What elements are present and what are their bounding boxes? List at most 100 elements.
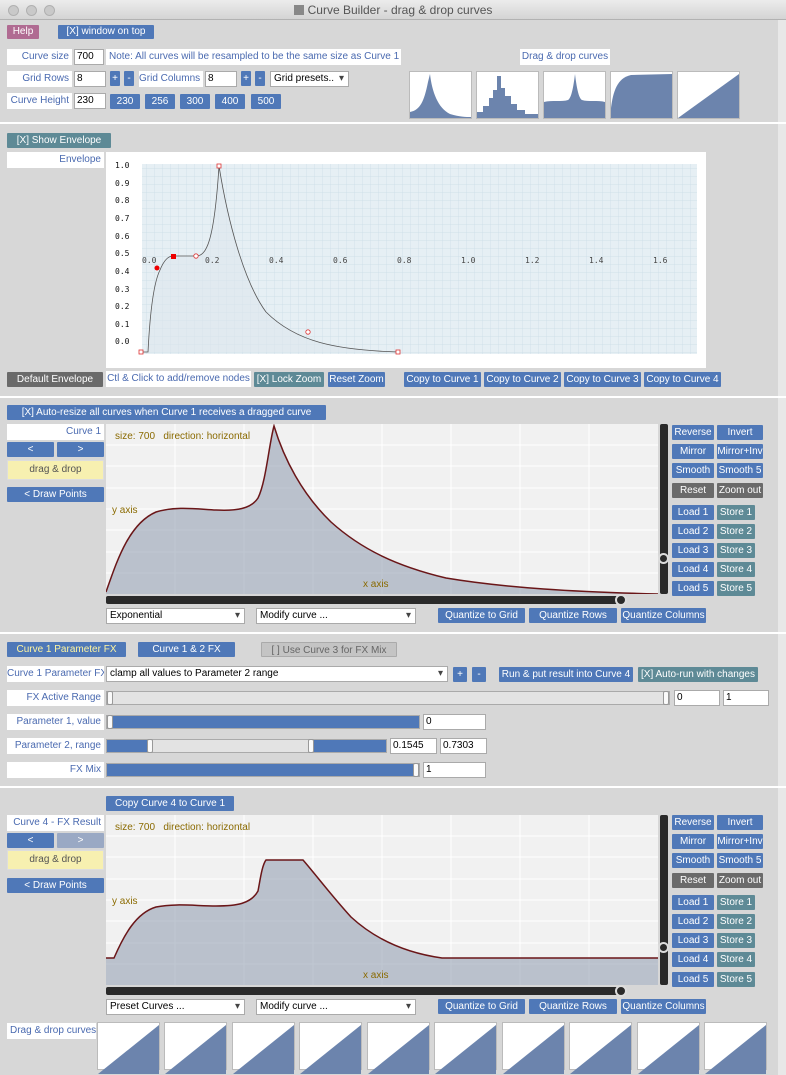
run-fx-button[interactable]: Run & put result into Curve 4 — [499, 667, 633, 682]
curve-1-load-4[interactable]: Load 4 — [672, 562, 714, 577]
curve-1-smooth-5-button[interactable]: Smooth 5 — [717, 463, 763, 478]
parameter-2-high-handle[interactable] — [307, 739, 314, 753]
curve-4-quantize-columns[interactable]: Quantize Columns — [621, 999, 706, 1014]
curve-1-store-5[interactable]: Store 5 — [717, 581, 755, 596]
parameter-1-handle[interactable] — [107, 715, 113, 729]
help-button[interactable]: Help — [7, 25, 39, 39]
height-preset-256[interactable]: 256 — [145, 94, 175, 109]
drag-drop-thumb-1[interactable] — [409, 71, 472, 119]
curve-4-reset-button[interactable]: Reset — [672, 873, 714, 888]
curve-4-store-4[interactable]: Store 4 — [717, 952, 755, 967]
height-preset-300[interactable]: 300 — [180, 94, 210, 109]
bottom-drag-drop-thumb[interactable] — [704, 1022, 767, 1074]
height-preset-500[interactable]: 500 — [251, 94, 281, 109]
drag-drop-thumb-2[interactable] — [476, 71, 539, 119]
curve-1-load-1[interactable]: Load 1 — [672, 505, 714, 520]
envelope-editor[interactable]: 1.0 0.9 0.8 0.7 0.6 0.5 0.4 0.3 0.2 0.1 … — [106, 152, 706, 368]
curve-4-modify-select[interactable]: Modify curve ... — [256, 999, 416, 1015]
curve-4-store-3[interactable]: Store 3 — [717, 933, 755, 948]
drag-drop-thumb-5[interactable] — [677, 71, 740, 119]
curve-4-load-4[interactable]: Load 4 — [672, 952, 714, 967]
curve-1-preset-select[interactable]: Exponential — [106, 608, 245, 624]
parameter-2-high-value[interactable]: 0.7303 — [440, 738, 487, 754]
curve-4-store-5[interactable]: Store 5 — [717, 972, 755, 987]
curve-1-store-2[interactable]: Store 2 — [717, 524, 755, 539]
curve-1-vertical-scrollbar[interactable] — [660, 424, 668, 594]
auto-run-toggle[interactable]: [X] Auto-run with changes — [638, 667, 758, 682]
curve-4-load-1[interactable]: Load 1 — [672, 895, 714, 910]
curve-1-mirror-button[interactable]: Mirror — [672, 444, 714, 459]
curve-4-reverse-button[interactable]: Reverse — [672, 815, 714, 830]
bottom-drag-drop-thumb[interactable] — [637, 1022, 700, 1074]
curve-1-mirror-inv-button[interactable]: Mirror+Inv — [717, 444, 763, 459]
fx-active-range-end-handle[interactable] — [663, 691, 669, 705]
curve-height-input[interactable]: 230 — [74, 93, 106, 109]
curve-4-load-3[interactable]: Load 3 — [672, 933, 714, 948]
curve-1-load-2[interactable]: Load 2 — [672, 524, 714, 539]
window-on-top-toggle[interactable]: [X] window on top — [58, 25, 154, 39]
curve-4-smooth-5-button[interactable]: Smooth 5 — [717, 853, 763, 868]
reset-zoom-button[interactable]: Reset Zoom — [328, 372, 385, 387]
bottom-drag-drop-thumb[interactable] — [434, 1022, 497, 1074]
curve-1-quantize-columns[interactable]: Quantize Columns — [621, 608, 706, 623]
curve-1-reset-button[interactable]: Reset — [672, 483, 714, 498]
fx-mix-handle[interactable] — [413, 763, 419, 777]
curve-4-zoom-out-button[interactable]: Zoom out — [717, 873, 763, 888]
copy-to-curve-2[interactable]: Copy to Curve 2 — [484, 372, 561, 387]
fx-active-range-slider[interactable] — [106, 691, 670, 705]
drag-drop-thumb-4[interactable] — [610, 71, 673, 119]
curve-1-vertical-handle[interactable] — [658, 553, 669, 564]
curve-1-store-1[interactable]: Store 1 — [717, 505, 755, 520]
curve-1-store-4[interactable]: Store 4 — [717, 562, 755, 577]
parameter-2-low-handle[interactable] — [147, 739, 154, 753]
curve-4-editor[interactable]: size: 700 direction: horizontal y axis x… — [106, 815, 658, 985]
parameter-2-low-value[interactable]: 0.1545 — [390, 738, 437, 754]
curve-4-store-2[interactable]: Store 2 — [717, 914, 755, 929]
tab-curve-1-2-fx[interactable]: Curve 1 & 2 FX — [138, 642, 235, 657]
curve-4-quantize-rows[interactable]: Quantize Rows — [529, 999, 617, 1014]
bottom-drag-drop-thumb[interactable] — [299, 1022, 362, 1074]
window-scrollbar[interactable] — [778, 20, 786, 1075]
curve-4-load-2[interactable]: Load 2 — [672, 914, 714, 929]
bottom-drag-drop-thumb[interactable] — [367, 1022, 430, 1074]
curve-1-store-3[interactable]: Store 3 — [717, 543, 755, 558]
bottom-drag-drop-thumb[interactable] — [569, 1022, 632, 1074]
height-preset-230[interactable]: 230 — [110, 94, 140, 109]
grid-columns-input[interactable]: 8 — [205, 71, 237, 87]
fx-active-range-start[interactable]: 0 — [674, 690, 720, 706]
curve-4-mirror-inv-button[interactable]: Mirror+Inv — [717, 834, 763, 849]
curve-4-vertical-scrollbar[interactable] — [660, 815, 668, 985]
curve-1-load-3[interactable]: Load 3 — [672, 543, 714, 558]
curve-1-horizontal-handle[interactable] — [615, 594, 627, 606]
auto-resize-toggle[interactable]: [X] Auto-resize all curves when Curve 1 … — [7, 405, 326, 420]
grid-rows-minus[interactable]: - — [124, 71, 134, 86]
use-curve-3-toggle[interactable]: [ ] Use Curve 3 for FX Mix — [261, 642, 397, 657]
curve-4-vertical-handle[interactable] — [658, 942, 669, 953]
parameter-fx-minus[interactable]: - — [472, 667, 486, 682]
curve-4-store-1[interactable]: Store 1 — [717, 895, 755, 910]
parameter-1-value[interactable]: 0 — [423, 714, 486, 730]
curve-1-draw-points-button[interactable]: < Draw Points — [7, 487, 104, 502]
grid-presets-select[interactable]: Grid presets.. — [270, 71, 349, 87]
curve-4-horizontal-handle[interactable] — [615, 985, 627, 997]
parameter-fx-select[interactable]: clamp all values to Parameter 2 range — [106, 666, 448, 682]
curve-1-modify-select[interactable]: Modify curve ... — [256, 608, 416, 624]
curve-4-draw-points-button[interactable]: < Draw Points — [7, 878, 104, 893]
curve-1-quantize-grid[interactable]: Quantize to Grid — [438, 608, 525, 623]
tab-curve-1-parameter-fx[interactable]: Curve 1 Parameter FX — [7, 642, 126, 657]
bottom-drag-drop-thumb[interactable] — [502, 1022, 565, 1074]
curve-1-drag-drop[interactable]: drag & drop — [7, 460, 104, 480]
fx-active-range-start-handle[interactable] — [107, 691, 113, 705]
grid-columns-plus[interactable]: + — [241, 71, 251, 86]
curve-4-quantize-grid[interactable]: Quantize to Grid — [438, 999, 525, 1014]
bottom-drag-drop-thumb[interactable] — [164, 1022, 227, 1074]
copy-to-curve-3[interactable]: Copy to Curve 3 — [564, 372, 641, 387]
bottom-drag-drop-thumb[interactable] — [232, 1022, 295, 1074]
curve-4-smooth-button[interactable]: Smooth — [672, 853, 714, 868]
fx-mix-slider[interactable] — [106, 763, 420, 777]
copy-to-curve-1[interactable]: Copy to Curve 1 — [404, 372, 481, 387]
curve-1-prev-button[interactable]: < — [7, 442, 54, 457]
curve-1-next-button[interactable]: > — [57, 442, 104, 457]
curve-4-drag-drop[interactable]: drag & drop — [7, 850, 104, 870]
curve-1-zoom-out-button[interactable]: Zoom out — [717, 483, 763, 498]
